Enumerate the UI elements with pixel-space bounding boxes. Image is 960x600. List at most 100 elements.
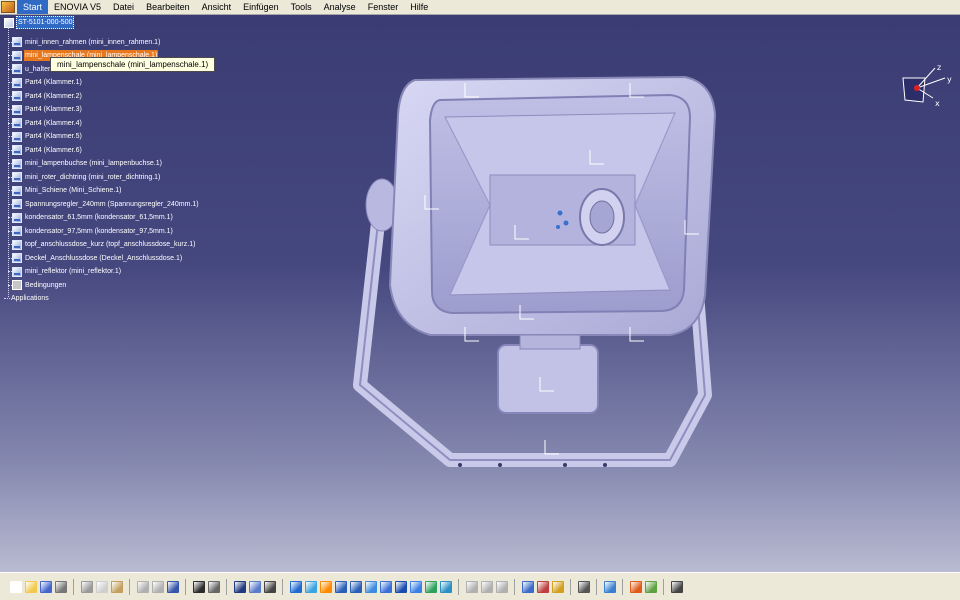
tree-node-label: Part4 (Klammer.4): [25, 119, 82, 127]
iso-view-icon[interactable]: [394, 580, 407, 593]
tree-node-label: Mini_Schiene (Mini_Schiene.1): [25, 187, 122, 194]
formula-icon[interactable]: [192, 580, 205, 593]
tree-node-label: Part4 (Klammer.6): [25, 146, 82, 154]
undo-icon[interactable]: [136, 580, 149, 593]
tree-item[interactable]: kondensator_61,5mm (kondensator_61,5mm.1…: [12, 211, 174, 224]
hide-show-icon[interactable]: [424, 580, 437, 593]
explode-icon[interactable]: [521, 580, 534, 593]
tree-item[interactable]: Part4 (Klammer.5): [12, 130, 83, 143]
tree-node-label: Applications: [11, 295, 49, 302]
copy-icon[interactable]: [95, 580, 108, 593]
multi-view-icon[interactable]: [379, 580, 392, 593]
tree-item[interactable]: mini_reflektor (mini_reflektor.1): [12, 265, 122, 278]
zoom-in-icon[interactable]: [334, 580, 347, 593]
tree-item[interactable]: Part4 (Klammer.2): [12, 90, 83, 103]
tree-item[interactable]: Part4 (Klammer.4): [12, 117, 83, 130]
menu-item-datei[interactable]: Datei: [107, 0, 140, 14]
tree-item[interactable]: mini_roter_dichtring (mini_roter_dichtri…: [12, 171, 161, 184]
toolbar-separator: [514, 578, 515, 595]
3d-model-floodlight[interactable]: [340, 55, 740, 495]
tooltip: mini_lampenschale (mini_lampenschale.1): [50, 57, 216, 72]
part-icon: [12, 212, 22, 223]
part-icon: [12, 226, 22, 236]
part-icon: [12, 172, 22, 182]
tree-node-label: mini_roter_dichtring (mini_roter_dichtri…: [25, 173, 161, 181]
compass-z-label: z: [937, 63, 941, 72]
redo-icon[interactable]: [151, 580, 164, 593]
macro-icon[interactable]: [263, 580, 276, 593]
menu-item-ansicht[interactable]: Ansicht: [196, 0, 238, 14]
tree-node-label: Part4 (Klammer.1): [25, 79, 82, 86]
tree-node-label: mini_reflektor (mini_reflektor.1): [25, 268, 122, 275]
rotate-icon[interactable]: [319, 580, 332, 593]
tree-item[interactable]: Mini_Schiene (Mini_Schiene.1): [12, 184, 123, 197]
tree-node-label: u_halter: [25, 65, 51, 73]
snap-icon[interactable]: [495, 580, 508, 593]
menu-item-hilfe[interactable]: Hilfe: [404, 0, 434, 14]
clash-icon[interactable]: [536, 580, 549, 593]
paste-icon[interactable]: [110, 580, 123, 593]
update-icon[interactable]: [577, 580, 590, 593]
swap-visible-icon[interactable]: [439, 580, 452, 593]
workbench-icon[interactable]: [670, 580, 683, 593]
tree-item[interactable]: topf_anschlussdose_kurz (topf_anschlussd…: [12, 238, 196, 251]
tree-node-label: Deckel_Anschlussdose (Deckel_Anschlussdo…: [25, 254, 183, 262]
tree-item[interactable]: u_halter: [12, 63, 51, 76]
material-icon[interactable]: [644, 580, 657, 593]
tree-item[interactable]: mini_innen_rahmen (mini_innen_rahmen.1): [12, 36, 161, 49]
tree-node-label: kondensator_61,5mm (kondensator_61,5mm.1…: [25, 214, 173, 221]
fit-all-icon[interactable]: [289, 580, 302, 593]
manipulation-icon[interactable]: [480, 580, 493, 593]
cut-icon[interactable]: [80, 580, 93, 593]
tree-item[interactable]: mini_lampenbuchse (mini_lampenbuchse.1): [12, 157, 163, 170]
open-icon[interactable]: [24, 580, 37, 593]
menu-item-start[interactable]: Start: [17, 0, 49, 14]
save-icon[interactable]: [39, 580, 52, 593]
part-icon: [12, 91, 22, 101]
part-icon: [12, 253, 22, 263]
pan-icon[interactable]: [304, 580, 317, 593]
menu-item-enovia-v5[interactable]: ENOVIA V5: [48, 0, 107, 14]
new-icon[interactable]: [9, 580, 22, 593]
tree-item[interactable]: Bedingungen: [12, 279, 67, 292]
tree-item[interactable]: Part4 (Klammer.6): [12, 144, 83, 157]
part-icon: [12, 158, 22, 169]
part-icon: [12, 145, 22, 155]
menu-item-einf-gen[interactable]: Einfügen: [237, 0, 285, 14]
part-icon: [12, 199, 22, 209]
shading-icon[interactable]: [409, 580, 422, 593]
assembly-constraint-icon[interactable]: [465, 580, 478, 593]
tree-item[interactable]: Part4 (Klammer.3): [12, 103, 83, 116]
tree-node-label: Spannungsregler_240mm (Spannungsregler_2…: [25, 200, 199, 208]
comment-icon[interactable]: [207, 580, 220, 593]
toolbar-separator: [185, 578, 186, 595]
tree-item[interactable]: Part4 (Klammer.1): [12, 76, 83, 89]
toolbar-separator: [596, 578, 597, 595]
tree-item[interactable]: Deckel_Anschlussdose (Deckel_Anschlussdo…: [12, 252, 183, 265]
section-icon[interactable]: [551, 580, 564, 593]
part-icon: [12, 118, 22, 128]
graph-icon[interactable]: [248, 580, 261, 593]
tree-node-label: mini_lampenbuchse (mini_lampenbuchse.1): [25, 160, 162, 167]
part-icon: [12, 50, 22, 61]
menu-item-bearbeiten[interactable]: Bearbeiten: [140, 0, 196, 14]
tree-item[interactable]: Spannungsregler_240mm (Spannungsregler_2…: [12, 198, 200, 211]
tree-node-label: mini_innen_rahmen (mini_innen_rahmen.1): [25, 38, 161, 46]
table-icon[interactable]: [233, 580, 246, 593]
print-icon[interactable]: [54, 580, 67, 593]
tree-item[interactable]: kondensator_97,5mm (kondensator_97,5mm.1…: [12, 225, 174, 238]
zoom-out-icon[interactable]: [349, 580, 362, 593]
catia-logo-icon[interactable]: [1, 1, 15, 13]
tree-root[interactable]: ST-5101-000-500: [4, 16, 75, 29]
compass-icon[interactable]: y x z: [895, 60, 955, 120]
tree-applications[interactable]: Applications: [10, 292, 50, 305]
menu-item-fenster[interactable]: Fenster: [362, 0, 405, 14]
measure-icon[interactable]: [603, 580, 616, 593]
menu-item-tools[interactable]: Tools: [285, 0, 318, 14]
catalog-icon[interactable]: [629, 580, 642, 593]
normal-view-icon[interactable]: [364, 580, 377, 593]
3d-viewport[interactable]: ST-5101-000-500 mini_innen_rahmen (mini_i…: [0, 15, 960, 572]
toolbar-separator: [458, 578, 459, 595]
menu-item-analyse[interactable]: Analyse: [318, 0, 362, 14]
whats-this-icon[interactable]: [166, 580, 179, 593]
